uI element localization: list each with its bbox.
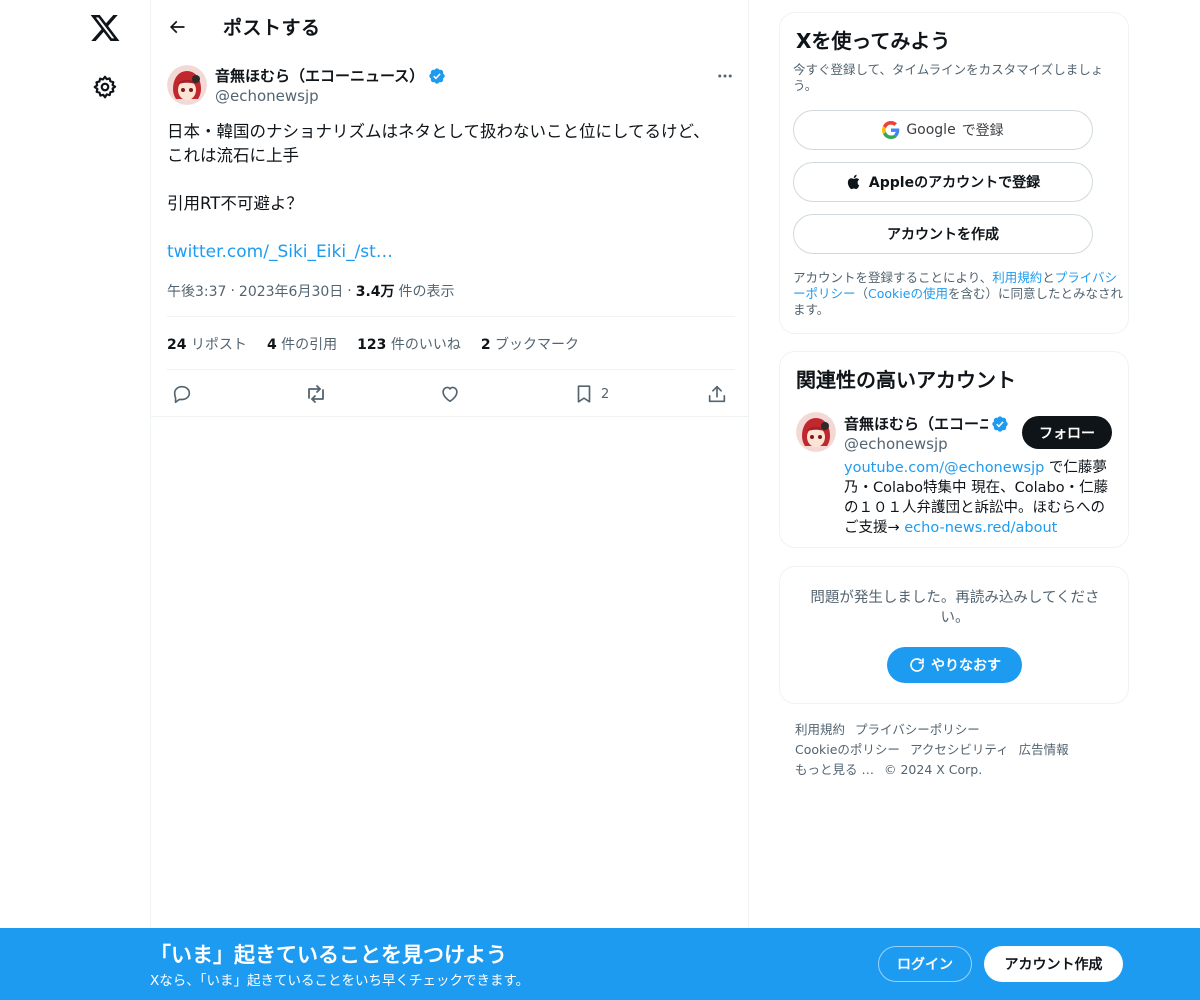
post-meta: 午後3:37 · 2023年6月30日 · 3.4万 件の表示: [167, 281, 455, 301]
footer-privacy-link[interactable]: プライバシーポリシー: [855, 722, 980, 737]
like-button[interactable]: [439, 380, 461, 408]
post-link[interactable]: twitter.com/_Siki_Eiki_/st…: [167, 242, 393, 262]
bookmark-button[interactable]: 2: [573, 380, 609, 408]
related-account-bio: youtube.com/@echonewsjp で仁藤夢乃・Colabo特集中 …: [844, 460, 1109, 536]
footer-cookie-link[interactable]: Cookieのポリシー: [795, 742, 900, 757]
bookmarks-stat[interactable]: 2 ブックマーク: [481, 334, 579, 354]
main-column: ポストする 音無ほむら（エコーニュース） @echonewsjp 日本・韓国のナ…: [150, 0, 749, 1000]
terms-link[interactable]: 利用規約: [992, 270, 1042, 285]
cookie-link[interactable]: Cookieの使用: [868, 286, 948, 301]
reply-button[interactable]: [171, 380, 193, 408]
likes-stat[interactable]: 123 件のいいね: [357, 334, 461, 354]
copyright: © 2024 X Corp.: [883, 762, 983, 777]
post-stats: 24 リポスト 4 件の引用 123 件のいいね 2 ブックマーク: [167, 334, 579, 354]
views-label: 件の表示: [398, 284, 455, 300]
post-body: 日本・韓国のナショナリズムはネタとして扱わないこと位にしてるけど、 これは流石に…: [167, 120, 737, 264]
bottom-signup-bar: 「いま」起きていることを見つけよう Xなら、「いま」起きていることをいち早くチェ…: [0, 928, 1200, 1000]
reposts-stat[interactable]: 24 リポスト: [167, 334, 247, 354]
avatar[interactable]: [167, 65, 207, 105]
login-button[interactable]: ログイン: [878, 946, 972, 982]
post-text-line: 引用RT不可避よ？: [167, 194, 303, 213]
verified-badge-icon: [429, 67, 445, 84]
bookmark-count: 2: [601, 386, 610, 402]
apple-icon: [847, 174, 860, 190]
share-icon: [708, 385, 726, 403]
post-date[interactable]: 2023年6月30日: [239, 281, 343, 301]
bio-link-about[interactable]: echo-news.red/about: [904, 520, 1057, 536]
footer-accessibility-link[interactable]: アクセシビリティ: [910, 742, 1009, 757]
related-account-name[interactable]: 音無ほむら（エコーニュース）: [844, 413, 1009, 434]
signup-subtitle: 今すぐ登録して、タイムラインをカスタマイズしましょう。: [793, 62, 1104, 93]
footer-terms-link[interactable]: 利用規約: [795, 722, 845, 737]
google-label-brand: Google: [906, 122, 956, 138]
footer-ads-link[interactable]: 広告情報: [1019, 742, 1069, 757]
related-account-handle: @echonewsjp: [844, 435, 948, 453]
bookmark-icon: [577, 385, 591, 403]
post-text-line: これは流石に上手: [167, 146, 299, 165]
bottom-bar-subtitle: Xなら、「いま」起きていることをいち早くチェックできます。: [150, 973, 530, 989]
follow-button[interactable]: フォロー: [1022, 416, 1112, 449]
error-card: 問題が発生しました。再読み込みしてください。 やりなおす: [779, 566, 1129, 704]
share-button[interactable]: [706, 380, 728, 408]
quotes-stat[interactable]: 4 件の引用: [267, 334, 337, 354]
retry-button[interactable]: やりなおす: [887, 647, 1022, 683]
more-dots-icon: [718, 74, 732, 78]
author-handle: @echonewsjp: [215, 87, 319, 105]
back-button[interactable]: [161, 11, 193, 43]
footer-more-link[interactable]: もっと見る …: [795, 762, 874, 777]
heart-icon: [442, 386, 458, 403]
author-name-text: 音無ほむら（エコーニュース）: [215, 67, 425, 85]
gear-icon[interactable]: [92, 74, 118, 100]
more-options-button[interactable]: [711, 62, 739, 90]
views-count: 3.4万: [355, 284, 395, 300]
post-text-line: 日本・韓国のナショナリズムはネタとして扱わないこと位にしてるけど、: [167, 122, 710, 141]
bio-link-youtube[interactable]: youtube.com/@echonewsjp: [844, 460, 1044, 476]
back-arrow-icon: [169, 20, 185, 34]
x-logo-icon[interactable]: [89, 12, 121, 44]
apple-label: Appleのアカウントで登録: [868, 175, 1041, 191]
signup-card: Xを使ってみよう 今すぐ登録して、タイムラインをカスタマイズしましょう。 Goo…: [779, 12, 1129, 334]
signup-button[interactable]: アカウント作成: [984, 946, 1123, 982]
left-nav: [0, 0, 150, 1000]
page-header: ポストする: [151, 0, 749, 54]
page-title: ポストする: [223, 17, 321, 39]
reply-icon: [173, 385, 191, 404]
divider: [151, 416, 749, 417]
create-account-button[interactable]: アカウントを作成: [793, 214, 1093, 254]
google-label-rest: で登録: [961, 123, 1004, 139]
terms-text: アカウントを登録することにより、利用規約とプライバシーポリシー（Cookieの使…: [793, 270, 1123, 317]
divider: [167, 316, 735, 317]
google-signup-button[interactable]: Google で登録: [793, 110, 1093, 150]
repost-icon: [308, 385, 324, 403]
error-message: 問題が発生しました。再読み込みしてください。: [810, 590, 1100, 626]
divider: [167, 369, 735, 370]
google-icon: [882, 121, 900, 139]
avatar[interactable]: [796, 412, 836, 452]
post-actions: 2: [167, 380, 735, 408]
related-title: 関連性の高いアカウント: [796, 368, 1016, 392]
author-name[interactable]: 音無ほむら（エコーニュース）: [215, 65, 446, 86]
create-account-label: アカウントを作成: [887, 227, 999, 243]
verified-badge-icon: [992, 415, 1008, 432]
bottom-bar-title: 「いま」起きていることを見つけよう: [150, 943, 507, 967]
apple-signup-button[interactable]: Appleのアカウントで登録: [793, 162, 1093, 202]
footer-links: 利用規約 プライバシーポリシー Cookieのポリシー アクセシビリティ 広告情報 も…: [795, 720, 1115, 780]
repost-button[interactable]: [304, 380, 328, 408]
signup-title: Xを使ってみよう: [796, 29, 951, 53]
refresh-icon: [910, 658, 924, 672]
related-accounts-card: 関連性の高いアカウント 音無ほむら（エコーニュース） @echonewsjp フ…: [779, 351, 1129, 548]
post-time[interactable]: 午後3:37: [167, 281, 226, 301]
